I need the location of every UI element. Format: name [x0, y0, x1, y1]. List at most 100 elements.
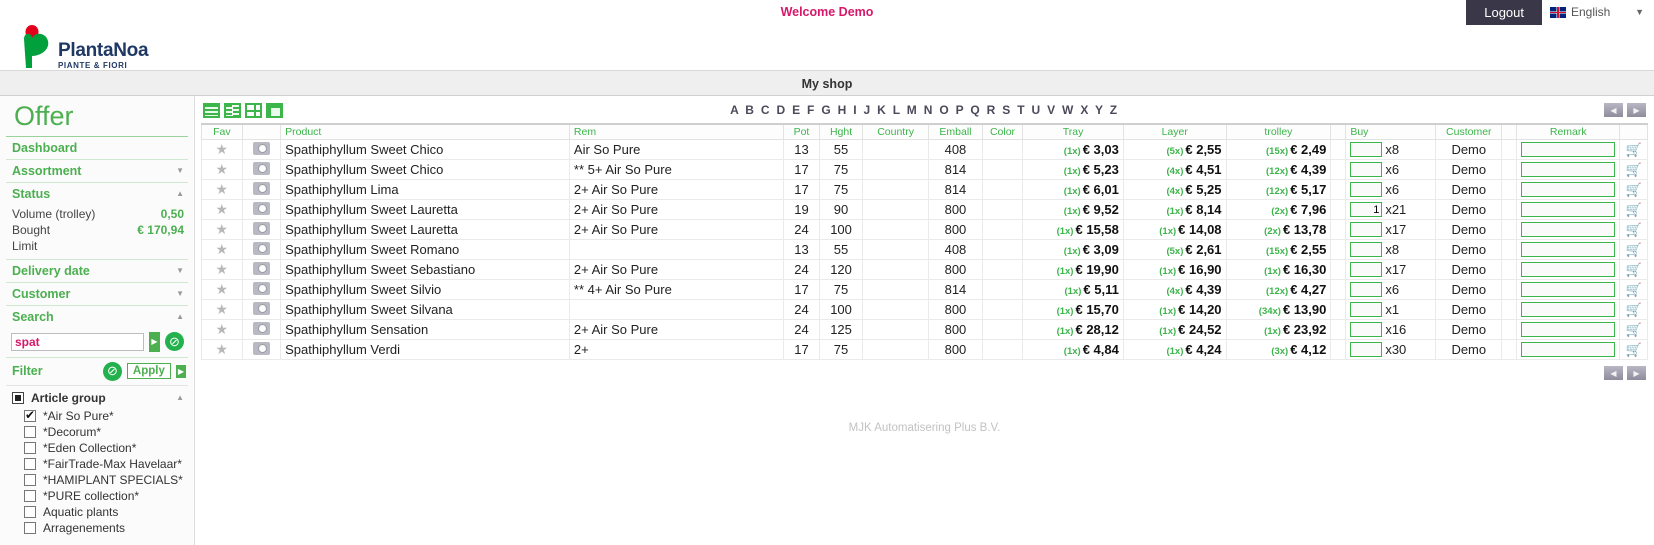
buy-cell[interactable]: x16 — [1345, 319, 1437, 340]
photo-cell[interactable] — [241, 279, 282, 300]
alpha-link-x[interactable]: X — [1080, 103, 1090, 117]
star-icon[interactable]: ★ — [216, 181, 229, 197]
photo-cell[interactable] — [241, 259, 282, 280]
remark-input[interactable] — [1521, 322, 1616, 337]
photo-cell[interactable] — [241, 139, 282, 160]
buy-cell[interactable]: x21 — [1345, 199, 1437, 220]
filter-item[interactable]: *PURE collection* — [10, 488, 186, 504]
filter-item[interactable]: *Decorum* — [10, 424, 186, 440]
shopping-cart-icon[interactable]: 🛒 — [1625, 202, 1641, 218]
shopping-cart-icon[interactable]: 🛒 — [1625, 142, 1641, 158]
favorite-cell[interactable]: ★ — [201, 139, 243, 160]
photo-cell[interactable] — [241, 339, 282, 360]
col-country[interactable]: Country — [861, 123, 930, 140]
remark-cell[interactable] — [1516, 219, 1621, 240]
remark-cell[interactable] — [1516, 139, 1621, 160]
col-trolley[interactable]: trolley — [1225, 123, 1332, 140]
favorite-cell[interactable]: ★ — [201, 319, 243, 340]
next-page-button[interactable]: ▶ — [1627, 103, 1646, 117]
table-row[interactable]: ★ Spathiphyllum Sweet Silvana 24 100 800 (1x)… — [201, 299, 1648, 320]
buy-cell[interactable]: x6 — [1345, 179, 1437, 200]
camera-icon[interactable] — [252, 321, 270, 335]
prev-page-button[interactable]: ◀ — [1604, 366, 1623, 380]
favorite-cell[interactable]: ★ — [201, 179, 243, 200]
table-row[interactable]: ★ Spathiphyllum Lima 2+ Air So Pure 17 75 814… — [201, 179, 1648, 200]
search-submit-button[interactable]: ▶ — [149, 331, 160, 352]
shopping-cart-icon[interactable]: 🛒 — [1625, 282, 1641, 298]
sidebar-item-customer[interactable]: Customer ▼ — [6, 281, 188, 305]
col-buy[interactable]: Buy — [1345, 123, 1437, 140]
prev-page-button[interactable]: ◀ — [1604, 103, 1623, 117]
alpha-link-z[interactable]: Z — [1110, 103, 1119, 117]
alpha-link-n[interactable]: N — [924, 103, 934, 117]
photo-cell[interactable] — [241, 159, 282, 180]
alpha-link-f[interactable]: F — [807, 103, 816, 117]
alpha-link-e[interactable]: E — [792, 103, 802, 117]
alpha-link-p[interactable]: P — [956, 103, 966, 117]
buy-cell[interactable]: x6 — [1345, 159, 1437, 180]
checkbox-icon[interactable] — [24, 408, 36, 422]
alpha-link-t[interactable]: T — [1017, 103, 1026, 117]
cart-cell[interactable]: 🛒 — [1619, 239, 1648, 260]
alpha-link-q[interactable]: Q — [970, 103, 981, 117]
table-row[interactable]: ★ Spathiphyllum Sweet Lauretta 2+ Air So P… — [201, 219, 1648, 240]
alpha-link-w[interactable]: W — [1062, 103, 1075, 117]
filter-item[interactable]: *FairTrade-Max Havelaar* — [10, 456, 186, 472]
search-input[interactable] — [11, 332, 144, 351]
buy-cell[interactable]: x8 — [1345, 139, 1437, 160]
star-icon[interactable]: ★ — [216, 281, 229, 297]
remark-cell[interactable] — [1516, 299, 1621, 320]
filter-item[interactable]: *Air So Pure* — [10, 408, 186, 424]
shopping-cart-icon[interactable]: 🛒 — [1625, 162, 1641, 178]
remark-cell[interactable] — [1516, 179, 1621, 200]
camera-icon[interactable] — [252, 261, 270, 275]
table-row[interactable]: ★ Spathiphyllum Sweet Chico ** 5+ Air So P… — [201, 159, 1648, 180]
checkbox-icon[interactable] — [24, 473, 36, 486]
camera-icon[interactable] — [252, 241, 270, 255]
star-icon[interactable]: ★ — [216, 201, 229, 217]
camera-icon[interactable] — [252, 201, 270, 215]
cart-cell[interactable]: 🛒 — [1619, 219, 1648, 240]
favorite-cell[interactable]: ★ — [201, 279, 243, 300]
col-hght[interactable]: Hght — [819, 123, 863, 140]
sidebar-item-status[interactable]: Status ▲ — [6, 181, 188, 205]
remark-cell[interactable] — [1516, 239, 1621, 260]
remark-input[interactable] — [1521, 202, 1616, 217]
logout-button[interactable]: Logout — [1466, 0, 1542, 25]
alpha-link-h[interactable]: H — [838, 103, 848, 117]
remark-input[interactable] — [1521, 142, 1616, 157]
buy-quantity-input[interactable] — [1350, 242, 1383, 257]
buy-quantity-input[interactable] — [1350, 342, 1383, 357]
camera-icon[interactable] — [252, 221, 270, 235]
camera-icon[interactable] — [252, 301, 270, 315]
col-fav[interactable]: Fav — [201, 123, 243, 140]
star-icon[interactable]: ★ — [216, 261, 229, 277]
language-selector[interactable]: English ▼ — [1542, 0, 1654, 25]
alpha-link-c[interactable]: C — [761, 103, 771, 117]
filter-item[interactable]: *Eden Collection* — [10, 440, 186, 456]
alpha-link-j[interactable]: J — [863, 103, 871, 117]
col-layer[interactable]: Layer — [1122, 123, 1227, 140]
photo-cell[interactable] — [241, 179, 282, 200]
filter-group-article-group[interactable]: Article group ▲ — [10, 389, 186, 408]
next-page-button[interactable]: ▶ — [1627, 366, 1646, 380]
search-clear-icon[interactable]: ⊘ — [165, 332, 184, 352]
buy-cell[interactable]: x30 — [1345, 339, 1437, 360]
buy-quantity-input[interactable] — [1350, 222, 1383, 237]
remark-input[interactable] — [1521, 262, 1616, 277]
alpha-link-b[interactable]: B — [745, 103, 755, 117]
sidebar-item-delivery-date[interactable]: Delivery date ▼ — [6, 258, 188, 282]
checkbox-icon[interactable] — [24, 425, 36, 438]
photo-cell[interactable] — [241, 199, 282, 220]
remark-input[interactable] — [1521, 302, 1616, 317]
cart-cell[interactable]: 🛒 — [1619, 299, 1648, 320]
col-emball[interactable]: Emball — [928, 123, 983, 140]
buy-quantity-input[interactable] — [1350, 202, 1383, 217]
table-row[interactable]: ★ Spathiphyllum Sensation 2+ Air So Pure 24… — [201, 319, 1648, 340]
alpha-link-l[interactable]: L — [893, 103, 902, 117]
col-color[interactable]: Color — [981, 123, 1024, 140]
cart-cell[interactable]: 🛒 — [1619, 179, 1648, 200]
shopping-cart-icon[interactable]: 🛒 — [1625, 342, 1641, 358]
shopping-cart-icon[interactable]: 🛒 — [1625, 322, 1641, 338]
filter-item[interactable]: Arragenements — [10, 520, 186, 536]
